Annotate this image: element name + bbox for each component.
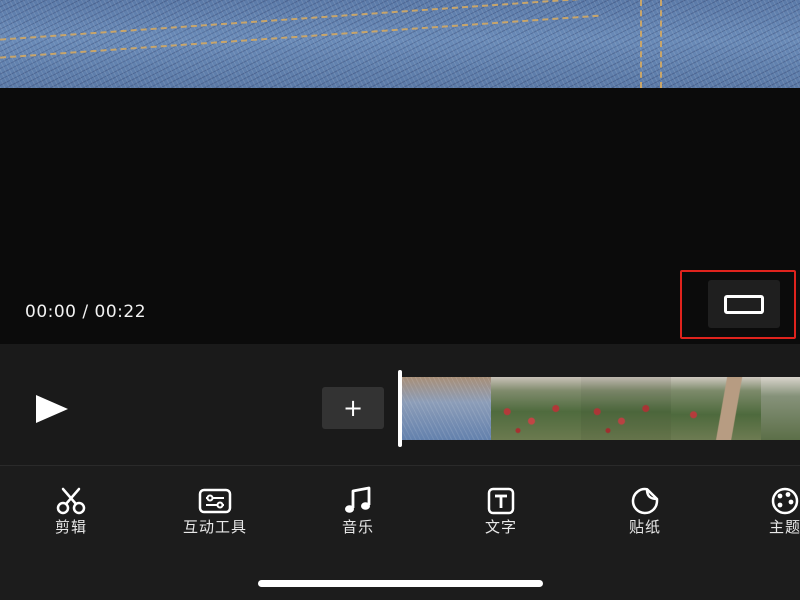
palette-icon bbox=[771, 487, 799, 515]
play-button[interactable] bbox=[34, 394, 70, 424]
tool-theme[interactable]: 主题 bbox=[725, 486, 800, 537]
tool-text-label: 文字 bbox=[484, 518, 517, 536]
tool-edit-label: 剪辑 bbox=[54, 518, 87, 536]
tool-sticker-label: 贴纸 bbox=[628, 518, 661, 536]
music-note-icon bbox=[345, 486, 371, 513]
tool-theme-label: 主题 bbox=[768, 518, 800, 536]
sliders-icon bbox=[198, 488, 232, 514]
tool-music[interactable]: 音乐 bbox=[298, 486, 418, 537]
clip-thumbnail bbox=[761, 377, 800, 440]
fullscreen-icon bbox=[724, 295, 764, 314]
home-indicator[interactable] bbox=[258, 580, 543, 587]
clip-thumbnail-strip[interactable] bbox=[402, 377, 800, 440]
jeans-pocket-seam bbox=[660, 0, 662, 88]
tool-sticker[interactable]: 贴纸 bbox=[585, 486, 705, 537]
play-icon bbox=[36, 395, 68, 423]
tool-text[interactable]: 文字 bbox=[441, 486, 561, 537]
tool-interactive-label: 互动工具 bbox=[182, 518, 247, 536]
playhead[interactable] bbox=[398, 370, 402, 447]
clip-thumbnail bbox=[581, 377, 671, 440]
text-box-icon bbox=[487, 487, 515, 515]
clip-thumbnail bbox=[491, 377, 581, 440]
clip-thumbnail bbox=[671, 377, 761, 440]
add-clip-button[interactable]: + bbox=[322, 387, 384, 429]
tool-music-label: 音乐 bbox=[341, 518, 374, 536]
sticker-icon bbox=[631, 487, 659, 515]
clip-thumbnail bbox=[402, 377, 491, 440]
jeans-seam bbox=[0, 14, 599, 60]
jeans-pocket-seam bbox=[640, 0, 642, 88]
video-preview-frame bbox=[0, 0, 800, 88]
tool-edit[interactable]: 剪辑 bbox=[11, 486, 131, 537]
playback-timecode: 00:00 / 00:22 bbox=[25, 302, 147, 322]
scissors-icon bbox=[56, 487, 86, 515]
tool-interactive[interactable]: 互动工具 bbox=[155, 486, 275, 537]
fullscreen-button[interactable] bbox=[708, 280, 780, 328]
